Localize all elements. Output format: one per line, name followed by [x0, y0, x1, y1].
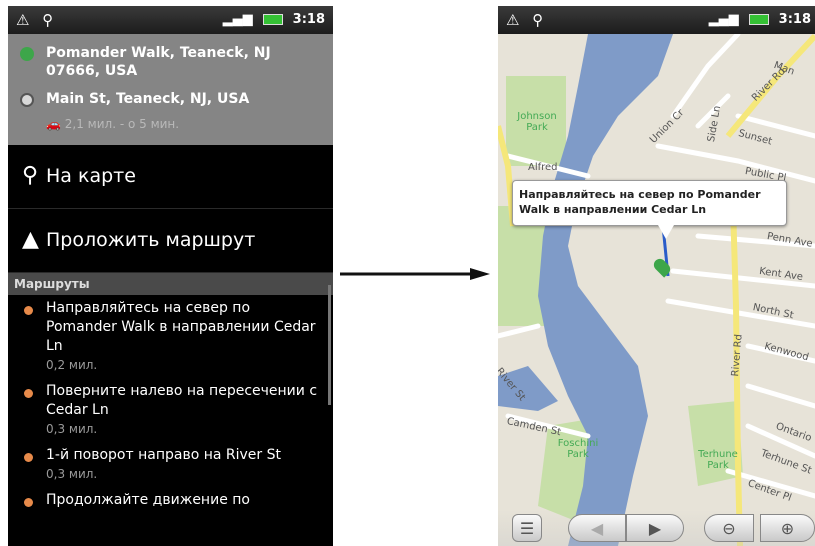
step-text: Продолжайте движение по: [46, 492, 250, 508]
notification-icons: ⚠ ⚲: [506, 11, 548, 29]
direction-callout[interactable]: Направляйтесь на север по Pomander Walk …: [512, 180, 787, 226]
route-step[interactable]: 1-й поворот направо на River St 0,3 мил.: [8, 442, 333, 487]
scrollbar[interactable]: [328, 285, 331, 405]
route-summary: 2,1 мил. - о 5 мин.: [64, 117, 180, 131]
step-bullet-icon: [24, 389, 33, 398]
origin-address: Pomander Walk, Teaneck, NJ 07666, USA: [46, 45, 271, 79]
section-header-routes: Маршруты: [8, 273, 333, 295]
step-text: Направляйтесь на север по Pomander Walk …: [46, 300, 316, 354]
status-time: 3:18: [292, 12, 325, 27]
battery-icon: [749, 14, 770, 25]
route-steps-list: Направляйтесь на север по Pomander Walk …: [8, 295, 333, 516]
zoom-in-button[interactable]: ⊕: [760, 514, 815, 542]
callout-pointer: [658, 225, 674, 239]
signal-icon: ▂▄▆: [222, 12, 253, 27]
destination-address: Main St, Teaneck, NJ, USA: [46, 91, 250, 107]
zoom-in-icon: ⊕: [780, 519, 795, 538]
status-time: 3:18: [778, 12, 811, 27]
step-text: 1-й поворот направо на River St: [46, 447, 281, 463]
status-bar: ⚠ ⚲ ▂▄▆ 3:18: [8, 6, 333, 34]
show-on-map-button[interactable]: ⚲ На карте: [8, 145, 333, 209]
step-bullet-icon: [24, 453, 33, 462]
arrow-left-icon: ◀: [590, 519, 604, 538]
route-step[interactable]: Направляйтесь на север по Pomander Walk …: [8, 295, 333, 378]
park-label: Johnson Park: [517, 111, 557, 133]
list-icon: ☰: [519, 519, 535, 538]
previous-step-button[interactable]: ◀: [568, 514, 626, 542]
zoom-out-icon: ⊖: [722, 519, 736, 538]
list-view-button[interactable]: ☰: [512, 514, 542, 542]
step-distance: 0,3 мил.: [46, 467, 98, 481]
route-step[interactable]: Продолжайте движение по: [8, 487, 333, 516]
destination-row: Main St, Teaneck, NJ, USA: [20, 90, 323, 108]
step-bullet-icon: [24, 498, 33, 507]
transition-arrow-icon: [340, 268, 490, 280]
next-step-button[interactable]: ▶: [626, 514, 684, 542]
park-label: Foschini Park: [557, 438, 599, 460]
map-screen: ⚠ ⚲ ▂▄▆ 3:18 Johnson Park Foschini Park …: [498, 6, 815, 546]
step-distance: 0,2 мил.: [46, 358, 98, 372]
end-pin-icon: [20, 93, 34, 107]
park-label: Terhune Park: [698, 449, 738, 471]
step-distance: 0,3 мил.: [46, 422, 98, 436]
route-list-screen: ⚠ ⚲ ▂▄▆ 3:18 Pomander Walk, Teaneck, NJ …: [8, 6, 333, 546]
navigate-label: Проложить маршрут: [46, 229, 256, 251]
battery-icon: [263, 14, 284, 25]
step-bullet-icon: [24, 306, 33, 315]
start-pin-icon: [20, 47, 34, 61]
navigation-arrow-icon: ▲: [22, 227, 39, 252]
street-label: Alfred: [528, 162, 558, 173]
signal-icon: ▂▄▆: [708, 12, 739, 27]
status-bar: ⚠ ⚲ ▂▄▆ 3:18: [498, 6, 815, 34]
notification-icons: ⚠ ⚲: [16, 11, 58, 29]
arrow-right-icon: ▶: [648, 519, 662, 538]
show-on-map-label: На карте: [46, 165, 136, 187]
car-icon: 🚗: [46, 117, 61, 131]
step-text: Поверните налево на пересечении с Cedar …: [46, 383, 318, 418]
navigate-button[interactable]: ▲ Проложить маршрут: [8, 209, 333, 273]
route-step[interactable]: Поверните налево на пересечении с Cedar …: [8, 378, 333, 442]
origin-row: Pomander Walk, Teaneck, NJ 07666, USA: [20, 44, 323, 80]
zoom-out-button[interactable]: ⊖: [704, 514, 754, 542]
route-header[interactable]: Pomander Walk, Teaneck, NJ 07666, USA Ma…: [8, 34, 333, 145]
map-pin-icon: ⚲: [22, 163, 39, 188]
